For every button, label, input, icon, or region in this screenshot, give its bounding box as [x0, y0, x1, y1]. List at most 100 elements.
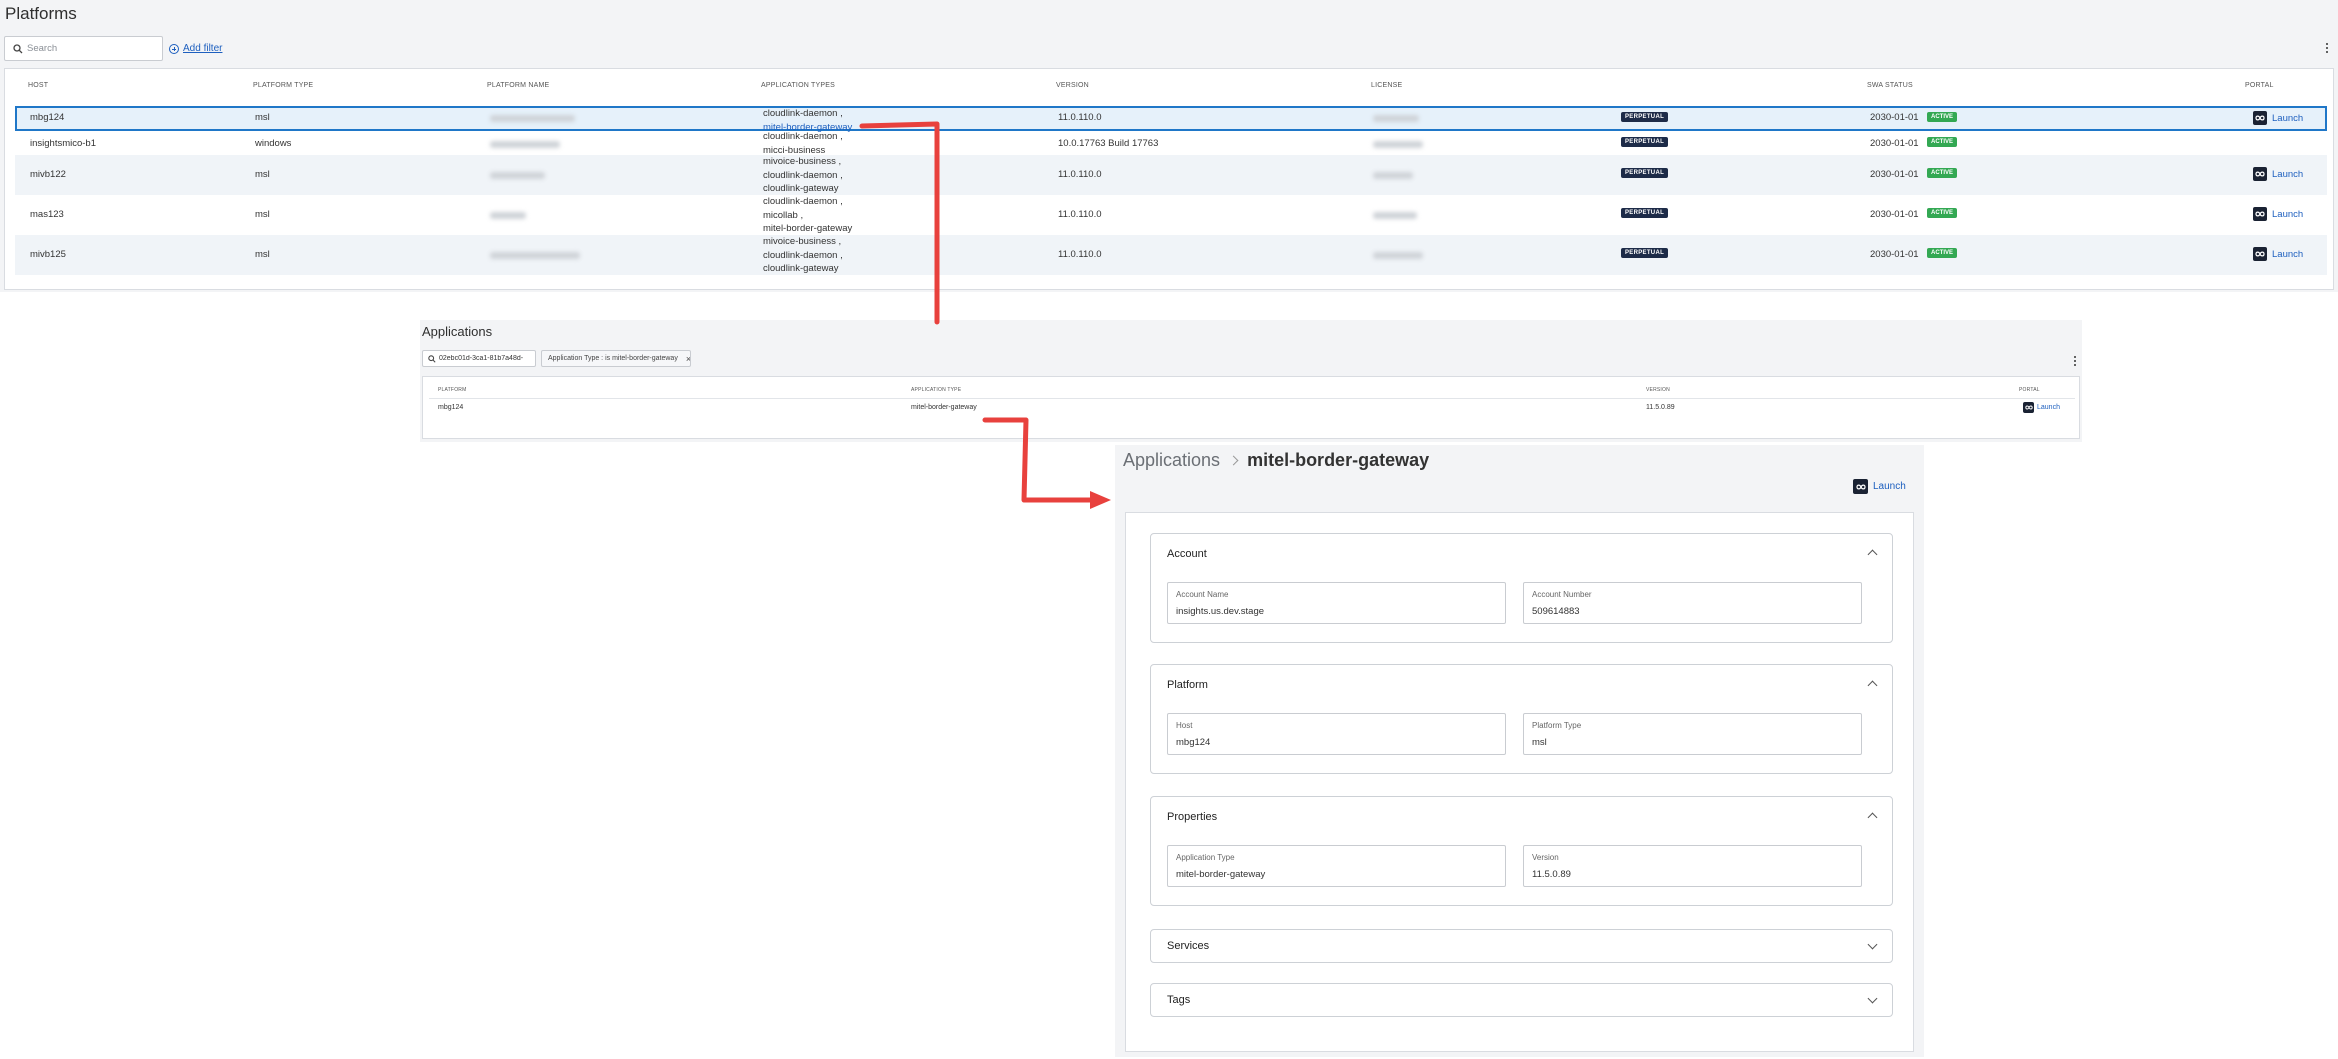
version-cell: 11.0.110.0 [1058, 169, 1102, 180]
remove-filter-icon[interactable]: × [686, 354, 690, 364]
platforms-more-icon[interactable] [2325, 43, 2329, 53]
launch-label: Launch [2037, 404, 2060, 411]
host-cell: mivb125 [30, 249, 66, 260]
field-value: 509614883 [1532, 606, 1580, 617]
swa-status-badge: ACTIVE [1927, 248, 1958, 258]
launch-button[interactable]: Launch [1853, 479, 1906, 494]
applications-more-icon[interactable] [2073, 356, 2077, 366]
field-value: mbg124 [1176, 737, 1211, 748]
chevron-up-icon[interactable] [1867, 549, 1878, 560]
add-circle-icon [169, 43, 179, 54]
tags-section[interactable]: Tags [1150, 983, 1893, 1017]
table-row[interactable]: mbg124 mitel-border-gateway 11.5.0.89 La… [429, 399, 2075, 419]
launch-label: Launch [2272, 112, 2304, 124]
col-version[interactable]: VERSION [1056, 82, 1089, 89]
field-label: Version [1532, 853, 1559, 862]
platforms-table: HOST PLATFORM TYPE PLATFORM NAME APPLICA… [4, 68, 2334, 290]
host-cell: mivb122 [30, 169, 66, 180]
search-icon [428, 355, 436, 363]
host-cell: mbg124 [30, 112, 65, 123]
application-type-filter-chip[interactable]: Application Type : is mitel-border-gatew… [541, 350, 691, 367]
swa-status-badge: ACTIVE [1927, 112, 1958, 122]
launch-button[interactable]: Launch [2253, 207, 2303, 221]
chevron-right-icon [1228, 455, 1239, 466]
account-section-title[interactable]: Account [1167, 548, 1207, 560]
field-value: msl [1532, 737, 1547, 748]
col-platform-type[interactable]: PLATFORM TYPE [253, 82, 313, 89]
application-details-panel: Applications mitel-border-gateway Launch… [1115, 445, 1924, 1057]
table-row[interactable]: mivb122 msl mivoice-business , cloudlink… [15, 155, 2327, 195]
col-license[interactable]: LICENSE [1371, 82, 1402, 89]
col-application-type[interactable]: APPLICATION TYPE [911, 387, 961, 393]
platforms-search-box[interactable] [4, 36, 163, 61]
field-label: Account Name [1176, 590, 1229, 599]
platform-name-redacted [490, 212, 526, 219]
platform-name-redacted [490, 141, 560, 148]
add-filter-label: Add filter [183, 43, 223, 54]
app-type-item: mitel-border-gateway [763, 223, 853, 234]
col-application-types[interactable]: APPLICATION TYPES [761, 82, 835, 89]
platforms-title: Platforms [5, 4, 77, 23]
table-row[interactable]: mivb125 msl mivoice-business , cloudlink… [15, 235, 2327, 275]
chevron-down-icon[interactable] [1867, 939, 1878, 950]
launch-button[interactable]: Launch [2023, 402, 2060, 413]
applications-table: PLATFORM APPLICATION TYPE VERSION PORTAL… [422, 376, 2080, 439]
arrowhead-icon [1090, 491, 1111, 509]
col-host[interactable]: HOST [28, 82, 48, 89]
breadcrumb: Applications mitel-border-gateway [1123, 450, 1429, 471]
field-label: Application Type [1176, 853, 1235, 862]
applications-search-box[interactable] [422, 350, 536, 367]
properties-section-title[interactable]: Properties [1167, 811, 1217, 823]
chevron-down-icon[interactable] [1867, 993, 1878, 1004]
license-badge: PERPETUAL [1621, 168, 1669, 178]
table-row[interactable]: mbg124 msl cloudlink-daemon , mitel-bord… [15, 106, 2327, 133]
launch-label: Launch [2272, 248, 2304, 260]
add-filter-link[interactable]: Add filter [169, 43, 222, 54]
application-type-cell[interactable]: mitel-border-gateway [911, 404, 977, 411]
launch-button[interactable]: Launch [2253, 111, 2303, 125]
launch-label: Launch [2272, 168, 2304, 180]
version-cell: 11.0.110.0 [1058, 112, 1102, 123]
swa-date-cell: 2030-01-01 [1870, 249, 1919, 260]
col-swa-status[interactable]: SWA STATUS [1867, 82, 1913, 89]
breadcrumb-applications-link[interactable]: Applications [1123, 450, 1220, 471]
filter-chip-label: Application Type : is mitel-border-gatew… [548, 355, 678, 362]
swa-status-badge: ACTIVE [1927, 168, 1958, 178]
application-type-field: Application Type mitel-border-gateway [1167, 845, 1506, 887]
chevron-up-icon[interactable] [1867, 680, 1878, 691]
col-version[interactable]: VERSION [1646, 387, 1670, 393]
col-platform-name[interactable]: PLATFORM NAME [487, 82, 549, 89]
version-cell: 11.0.110.0 [1058, 209, 1102, 220]
platform-type-cell: msl [255, 169, 270, 180]
launch-icon [2253, 247, 2267, 261]
app-type-item: cloudlink-gateway [763, 183, 839, 194]
launch-icon [2253, 167, 2267, 181]
col-platform[interactable]: PLATFORM [438, 387, 466, 393]
field-label: Account Number [1532, 590, 1592, 599]
application-types-cell: cloudlink-daemon , micci-business [763, 130, 843, 157]
app-type-item: cloudlink-daemon , [763, 108, 843, 119]
chevron-up-icon[interactable] [1867, 812, 1878, 823]
platform-name-redacted [490, 172, 545, 179]
col-portal[interactable]: PORTAL [2245, 82, 2274, 89]
launch-button[interactable]: Launch [2253, 247, 2303, 261]
license-redacted [1373, 172, 1413, 179]
tags-section-title[interactable]: Tags [1167, 994, 1190, 1006]
license-redacted [1373, 115, 1419, 122]
version-cell: 11.5.0.89 [1646, 404, 1675, 411]
services-section[interactable]: Services [1150, 929, 1893, 963]
table-row[interactable]: mas123 msl cloudlink-daemon , micollab ,… [15, 195, 2327, 235]
app-type-item: micollab , [763, 209, 804, 221]
field-value: insights.us.dev.stage [1176, 606, 1265, 617]
applications-search-input[interactable] [439, 355, 535, 362]
col-portal[interactable]: PORTAL [2019, 387, 2040, 393]
platforms-search-input[interactable] [27, 43, 162, 54]
app-type-item: cloudlink-daemon , [763, 131, 843, 142]
platform-type-cell: msl [255, 112, 270, 123]
app-type-item: cloudlink-daemon , [763, 169, 843, 181]
table-row[interactable]: insightsmico-b1 windows cloudlink-daemon… [15, 130, 2327, 157]
launch-button[interactable]: Launch [2253, 167, 2303, 181]
field-value: 11.5.0.89 [1532, 869, 1571, 880]
platform-section-title[interactable]: Platform [1167, 679, 1208, 691]
services-section-title[interactable]: Services [1167, 940, 1209, 952]
